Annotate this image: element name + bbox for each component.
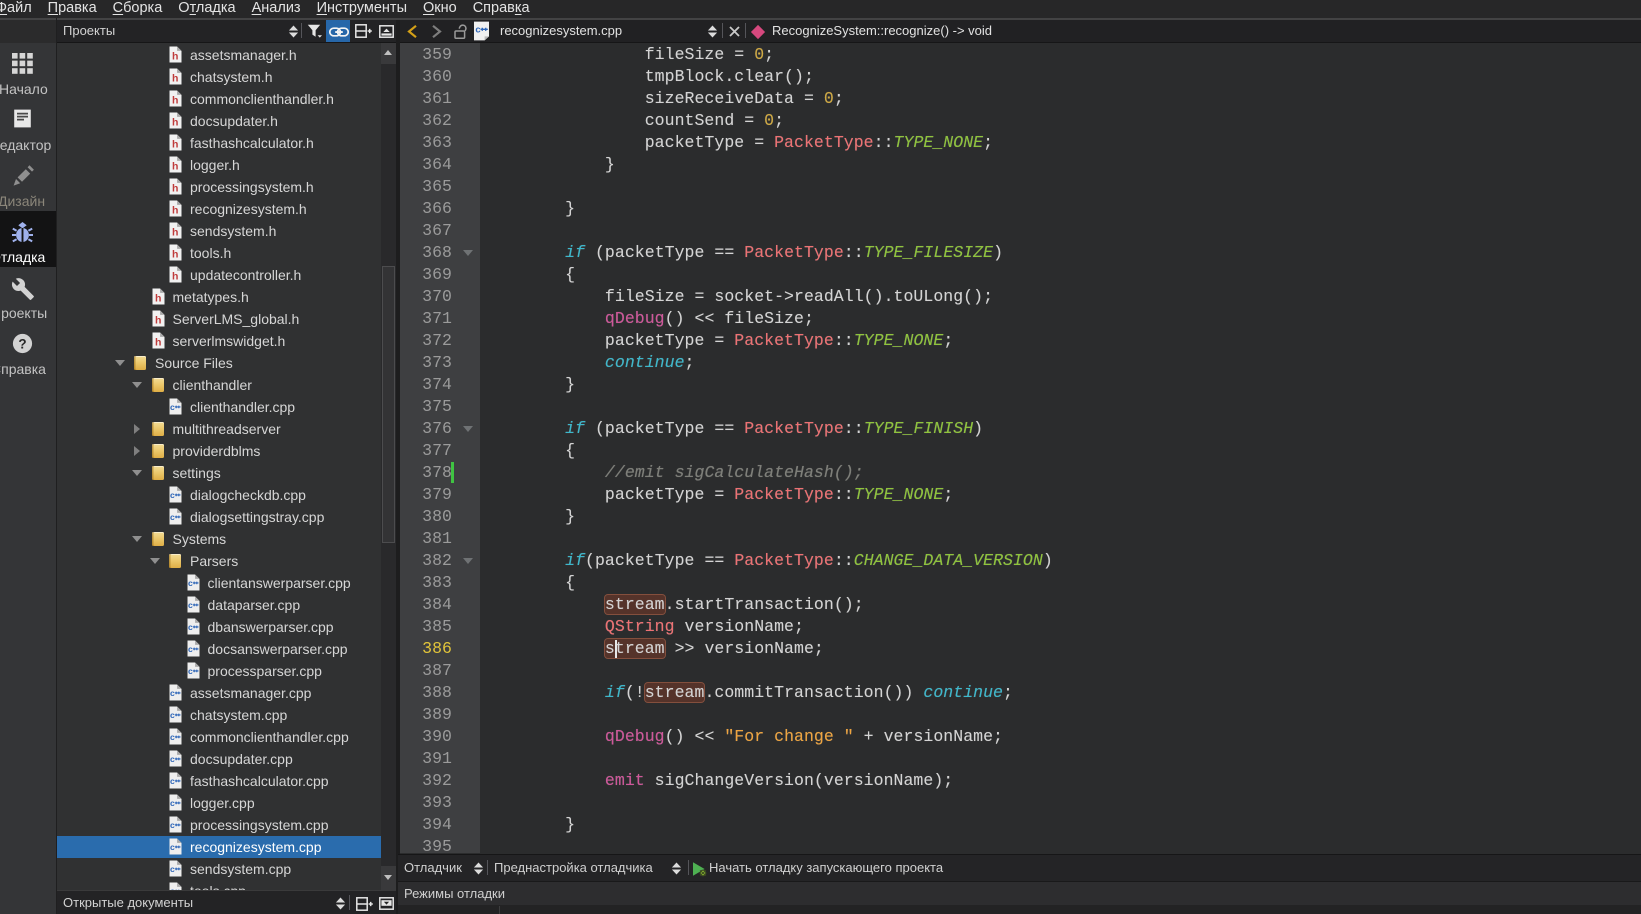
svg-text:h: h xyxy=(172,94,178,106)
svg-text:c: c xyxy=(170,776,175,786)
svg-text:c: c xyxy=(170,490,175,500)
svg-text:c: c xyxy=(170,732,175,742)
svg-text:c: c xyxy=(170,402,175,412)
svg-text:h: h xyxy=(172,116,178,128)
svg-text:h: h xyxy=(172,160,178,172)
svg-text:h: h xyxy=(154,336,160,348)
svg-text:c: c xyxy=(170,864,175,874)
svg-text:c: c xyxy=(170,842,175,852)
svg-text:h: h xyxy=(172,204,178,216)
svg-text:h: h xyxy=(172,226,178,238)
svg-text:h: h xyxy=(172,248,178,260)
svg-text:h: h xyxy=(172,270,178,282)
svg-text:c: c xyxy=(188,622,193,632)
svg-text:h: h xyxy=(154,292,160,304)
svg-text:h: h xyxy=(172,182,178,194)
svg-text:c: c xyxy=(188,666,193,676)
svg-text:h: h xyxy=(154,314,160,326)
svg-text:?: ? xyxy=(18,336,26,351)
svg-text:c: c xyxy=(188,644,193,654)
svg-text:c: c xyxy=(188,578,193,588)
svg-text:h: h xyxy=(172,72,178,84)
svg-text:h: h xyxy=(172,138,178,150)
svg-text:c: c xyxy=(170,798,175,808)
svg-text:c: c xyxy=(188,600,193,610)
svg-text:c: c xyxy=(170,754,175,764)
svg-text:c: c xyxy=(170,512,175,522)
svg-text:c: c xyxy=(170,710,175,720)
svg-text:c: c xyxy=(170,688,175,698)
svg-text:c: c xyxy=(475,25,480,36)
svg-text:h: h xyxy=(172,50,178,62)
svg-text:c: c xyxy=(170,820,175,830)
